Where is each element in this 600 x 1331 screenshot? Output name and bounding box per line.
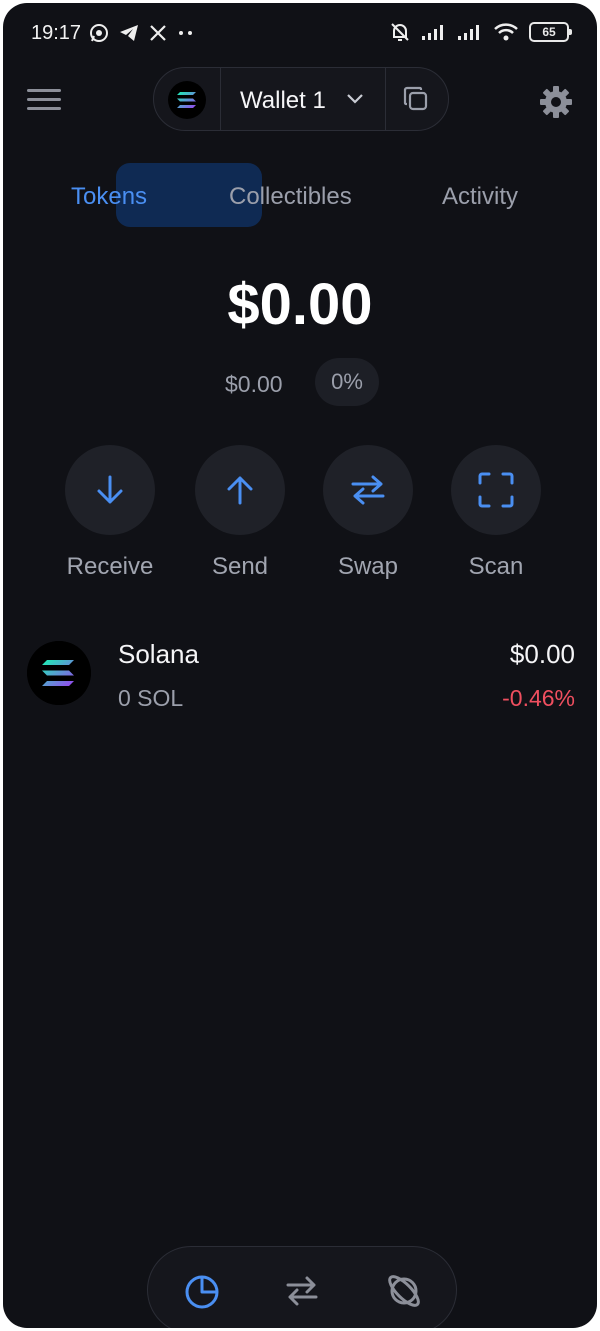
menu-icon: [27, 89, 61, 92]
whatsapp-icon: [90, 24, 108, 42]
menu-icon-line: [27, 107, 61, 110]
tab-activity[interactable]: Activity: [442, 183, 518, 211]
battery-level: 65: [542, 25, 556, 39]
system-icons: 65: [389, 21, 572, 43]
swap-circle: [323, 445, 413, 535]
scan-button[interactable]: Scan: [446, 445, 546, 581]
swap-icon: [351, 475, 385, 505]
portfolio-change-value: $0.00: [225, 371, 283, 397]
solana-logo: [27, 641, 91, 705]
chevron-down-icon: [347, 94, 363, 104]
token-value: $0.00: [509, 639, 575, 669]
bell-off-icon: [391, 23, 409, 41]
send-button[interactable]: Send: [190, 445, 290, 581]
receive-circle: [65, 445, 155, 535]
token-change: -0.46%: [502, 685, 575, 711]
tab-bar: Tokens Collectibles Activity: [3, 163, 597, 231]
solana-logo: [168, 81, 206, 119]
receive-button[interactable]: Receive: [60, 445, 160, 581]
status-bar: 19:17 65: [3, 3, 597, 63]
arrow-up-icon: [227, 476, 253, 505]
arrow-down-icon: [97, 475, 123, 504]
send-circle: [195, 445, 285, 535]
portfolio-change-percent: 0%: [315, 358, 379, 406]
send-label: Send: [211, 553, 269, 580]
bottom-nav: [147, 1246, 457, 1328]
scan-icon: [478, 472, 514, 508]
menu-button[interactable]: [27, 89, 61, 115]
tab-collectibles[interactable]: Collectibles: [229, 183, 352, 211]
signal-icon: [458, 25, 479, 40]
x-icon: [150, 25, 166, 41]
wallet-name-cell[interactable]: Wallet 1: [220, 68, 386, 130]
telegram-icon: [120, 25, 138, 41]
wallet-name: Wallet 1: [240, 87, 326, 114]
nav-explore[interactable]: [382, 1269, 426, 1313]
signal-icon: [422, 25, 443, 40]
portfolio-pie-icon: [185, 1275, 219, 1309]
explore-planet-icon: [388, 1275, 420, 1307]
swap-icon: [286, 1276, 318, 1306]
tab-tokens[interactable]: Tokens: [71, 183, 147, 211]
swap-label: Swap: [337, 553, 399, 580]
copy-icon[interactable]: [402, 85, 430, 113]
token-row-solana[interactable]: Solana 0 SOL $0.00 -0.46%: [27, 637, 575, 711]
more-dots-icon: [179, 31, 192, 35]
nav-swap[interactable]: [280, 1269, 324, 1313]
gear-icon[interactable]: [537, 83, 575, 121]
token-amount: 0 SOL: [118, 685, 184, 711]
notification-icons: [89, 23, 195, 43]
token-name: Solana: [118, 639, 199, 669]
wallet-selector[interactable]: Wallet 1: [153, 67, 449, 131]
receive-label: Receive: [66, 553, 154, 580]
swap-button[interactable]: Swap: [318, 445, 418, 581]
app-screen: 19:17 65 Wallet 1 Tokens Collectibles Ac…: [3, 3, 597, 1328]
wallet-logo-cell: [154, 68, 221, 130]
status-time: 19:17: [31, 22, 82, 44]
nav-portfolio[interactable]: [180, 1269, 224, 1313]
scan-circle: [451, 445, 541, 535]
scan-label: Scan: [468, 553, 524, 580]
wifi-icon: [494, 23, 518, 41]
battery-icon: 65: [529, 22, 572, 42]
portfolio-balance: $0.00: [227, 272, 373, 337]
menu-icon-line: [27, 98, 61, 101]
